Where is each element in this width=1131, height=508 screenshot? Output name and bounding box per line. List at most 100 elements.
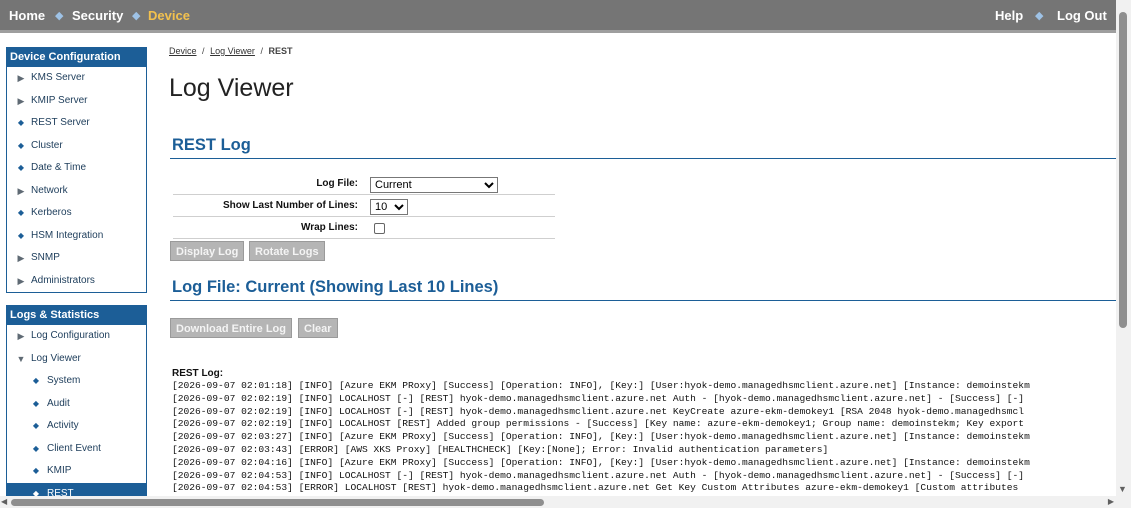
- diamond-icon: ◆: [32, 443, 40, 453]
- chevron-right-icon: ▶: [17, 95, 25, 106]
- scroll-right-arrow-icon[interactable]: ▶: [1108, 497, 1114, 506]
- logs_stats-item-log-viewer[interactable]: ▼ Log Viewer: [7, 348, 146, 371]
- device_config-item-kerberos[interactable]: ◆ Kerberos: [7, 202, 146, 225]
- device_config-item-label: Date & Time: [31, 162, 87, 173]
- device_config-item-snmp[interactable]: ▶ SNMP: [7, 247, 146, 270]
- logs_stats-item-label: Log Viewer: [31, 352, 81, 364]
- nav-home-link[interactable]: Home: [9, 8, 45, 23]
- breadcrumb-separator: /: [202, 46, 205, 56]
- nav-separator-icon: ◆: [132, 10, 141, 22]
- logs_stats-item-activity[interactable]: ◆ Activity: [7, 415, 146, 438]
- nav-device-link[interactable]: Device: [148, 8, 190, 23]
- chevron-right-icon: ▶: [17, 185, 25, 196]
- diamond-icon: ◆: [32, 488, 40, 497]
- diamond-icon: ◆: [32, 376, 40, 385]
- logs_stats-item-rest[interactable]: ◆ REST: [7, 482, 146, 497]
- chevron-right-icon: ▶: [17, 275, 25, 286]
- scroll-down-arrow-icon[interactable]: ▼: [1118, 484, 1127, 494]
- logs_stats-item-label: KMIP: [47, 465, 72, 476]
- log-file-select[interactable]: Current: [370, 177, 498, 193]
- download-entire-log-button[interactable]: Download Entire Log: [170, 318, 292, 338]
- scroll-left-arrow-icon[interactable]: ◀: [1, 497, 7, 506]
- horizontal-scrollbar-thumb[interactable]: [11, 499, 544, 506]
- breadcrumb-device-link[interactable]: Device: [169, 46, 197, 56]
- logs_stats-item-client-event[interactable]: ◆ Client Event: [7, 438, 146, 461]
- logs_stats-item-audit[interactable]: ◆ Audit: [7, 393, 146, 416]
- device_config-item-label: REST Server: [31, 117, 90, 128]
- nav-logout-link[interactable]: Log Out: [1057, 8, 1107, 23]
- chevron-right-icon: ▶: [17, 253, 25, 263]
- log-line: [2026-09-07 02:03:27] [INFO] [Azure EKM …: [172, 431, 1030, 443]
- show-lines-select[interactable]: 10: [370, 199, 408, 215]
- wrap-lines-label: Wrap Lines:: [300, 222, 358, 233]
- log-line: [2026-09-07 02:01:18] [INFO] [Azure EKM …: [172, 380, 1030, 391]
- diamond-icon: ◆: [17, 163, 25, 172]
- device_config-item-label: HSM Integration: [31, 229, 104, 241]
- breadcrumb: Device / Log Viewer / REST: [169, 46, 293, 56]
- logs_stats-item-label: System: [47, 375, 81, 386]
- rest-log-section-title: REST Log: [170, 136, 1116, 159]
- logs_stats-item-kmip[interactable]: ◆ KMIP: [7, 460, 146, 483]
- device_config-item-label: Kerberos: [31, 207, 72, 218]
- nav-security-link[interactable]: Security: [72, 8, 123, 23]
- log-line: [2026-09-07 02:02:19] [INFO] LOCALHOST […: [172, 418, 1025, 430]
- diamond-icon: ◆: [17, 140, 25, 150]
- logs_stats-item-label: Client Event: [47, 442, 101, 454]
- logs_stats-item-label: Log Configuration: [31, 330, 110, 341]
- log-output: [2026-09-07 02:01:18] [INFO] [Azure EKM …: [172, 380, 1116, 496]
- log-line: [2026-09-07 02:03:43] [ERROR] [AWS XKS P…: [172, 443, 829, 455]
- log-line: [2026-09-07 02:04:53] [INFO] LOCALHOST […: [172, 469, 1025, 481]
- device-configuration-title: Device Configuration: [7, 48, 146, 67]
- diamond-icon: ◆: [17, 230, 25, 240]
- vertical-scrollbar-thumb[interactable]: [1119, 12, 1127, 328]
- log-file-label: Log File:: [316, 178, 358, 189]
- log-line: [2026-09-07 02:04:16] [INFO] [Azure EKM …: [172, 456, 1030, 468]
- device_config-item-label: KMS Server: [31, 72, 85, 83]
- rotate-logs-button[interactable]: Rotate Logs: [249, 241, 325, 261]
- device_config-item-label: Cluster: [31, 139, 63, 151]
- nav-separator-icon: ◆: [55, 10, 64, 22]
- log-line: [2026-09-07 02:02:19] [INFO] LOCALHOST […: [172, 405, 1025, 417]
- page-title: Log Viewer: [169, 74, 294, 102]
- diamond-icon: ◆: [32, 421, 40, 430]
- diamond-icon: ◆: [32, 398, 40, 408]
- logs_stats-item-log-configuration[interactable]: ▶ Log Configuration: [7, 325, 146, 348]
- breadcrumb-log-viewer-link[interactable]: Log Viewer: [210, 46, 255, 56]
- logs_stats-item-label: Audit: [47, 397, 70, 409]
- device_config-item-date-time[interactable]: ◆ Date & Time: [7, 157, 146, 180]
- wrap-lines-checkbox[interactable]: [374, 223, 385, 234]
- logs_stats-item-label: Activity: [47, 420, 79, 431]
- device_config-item-label: KMIP Server: [31, 94, 88, 106]
- device_config-item-administrators[interactable]: ▶ Administrators: [7, 270, 146, 293]
- nav-help-link[interactable]: Help: [995, 8, 1023, 23]
- chevron-right-icon: ▶: [17, 73, 25, 83]
- wrap-lines-row: Wrap Lines:: [173, 217, 555, 239]
- device_config-item-cluster[interactable]: ◆ Cluster: [7, 135, 146, 158]
- device-configuration-list: ▶ KMS Server ▶ KMIP Server ◆ REST Server ◆ Clus…: [7, 67, 146, 292]
- top-navigation-bar: Home ◆ Security ◆ Device Help ◆ Log Out: [0, 0, 1116, 33]
- diamond-icon: ◆: [17, 118, 25, 127]
- diamond-icon: ◆: [17, 208, 25, 217]
- display-log-button[interactable]: Display Log: [170, 241, 245, 261]
- breadcrumb-current: REST: [268, 46, 293, 56]
- device_config-item-rest-server[interactable]: ◆ REST Server: [7, 112, 146, 135]
- device_config-item-kms-server[interactable]: ▶ KMS Server: [7, 67, 146, 90]
- chevron-down-icon: ▼: [16, 353, 26, 364]
- rest-log-heading: REST Log:: [172, 368, 224, 379]
- clear-log-button[interactable]: Clear: [298, 318, 338, 338]
- diamond-icon: ◆: [32, 466, 40, 475]
- show-lines-label: Show Last Number of Lines:: [222, 200, 358, 211]
- device_config-item-network[interactable]: ▶ Network: [7, 180, 146, 203]
- horizontal-scrollbar[interactable]: ◀ ▶: [0, 496, 1131, 508]
- nav-separator-icon: ◆: [1035, 10, 1044, 22]
- logs-statistics-list: ▶ Log Configuration ▼ Log Viewer ◆ System ◆ Aud…: [7, 325, 146, 496]
- vertical-scrollbar[interactable]: ▼: [1116, 0, 1131, 496]
- device_config-item-label: Network: [31, 184, 68, 196]
- device_config-item-kmip-server[interactable]: ▶ KMIP Server: [7, 90, 146, 113]
- logs_stats-item-label: REST: [47, 487, 74, 497]
- device_config-item-hsm-integration[interactable]: ◆ HSM Integration: [7, 225, 146, 248]
- log-file-section-title: Log File: Current (Showing Last 10 Lines…: [170, 278, 1116, 301]
- log-line: [2026-09-07 02:02:19] [INFO] LOCALHOST […: [172, 392, 1025, 404]
- logs_stats-item-system[interactable]: ◆ System: [7, 370, 146, 393]
- log-line: [2026-09-07 02:04:53] [ERROR] LOCALHOST …: [172, 482, 1019, 494]
